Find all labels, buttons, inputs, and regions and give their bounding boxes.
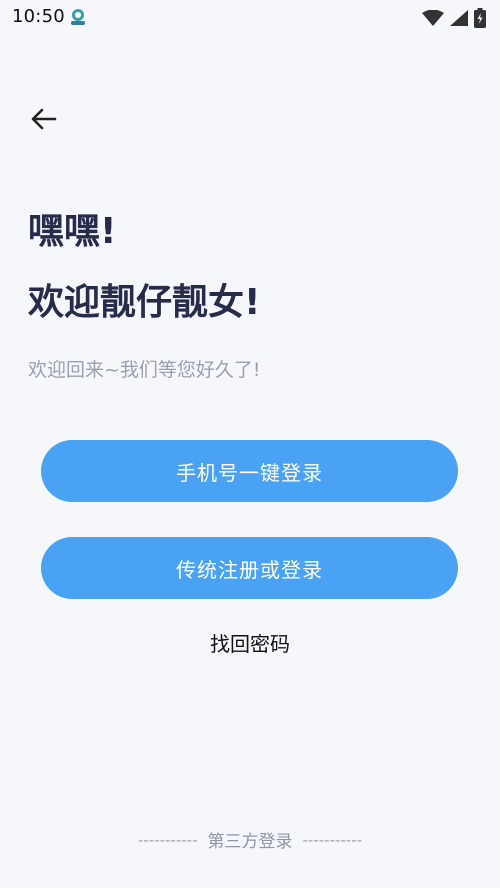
register-login-label: 传统注册或登录 — [176, 557, 323, 582]
register-or-login-button[interactable]: 传统注册或登录 — [41, 537, 458, 599]
third-party-login-label: 第三方登录 — [207, 832, 293, 852]
app-notification-icon — [68, 8, 88, 26]
status-time: 10:50 — [12, 6, 65, 27]
status-bar: 10:50 — [0, 0, 500, 34]
phone-one-click-login-button[interactable]: 手机号一键登录 — [41, 440, 458, 502]
cell-signal-icon — [450, 10, 468, 30]
divider-right: ----------- — [302, 830, 363, 849]
wifi-icon — [422, 9, 444, 30]
back-button[interactable] — [26, 103, 62, 139]
phone-login-label: 手机号一键登录 — [176, 460, 323, 485]
divider-left: ----------- — [137, 830, 198, 849]
forgot-password-link[interactable]: 找回密码 — [0, 628, 500, 657]
status-icons — [422, 8, 486, 32]
battery-charging-icon — [474, 8, 486, 32]
welcome-heading: 欢迎靓仔靓女! — [28, 282, 261, 323]
arrow-left-icon — [31, 108, 57, 134]
welcome-subtitle: 欢迎回来~我们等您好久了! — [28, 359, 261, 381]
greeting-heading: 嘿嘿! — [28, 211, 117, 252]
third-party-login-divider: ----------- 第三方登录 ----------- — [0, 827, 500, 853]
